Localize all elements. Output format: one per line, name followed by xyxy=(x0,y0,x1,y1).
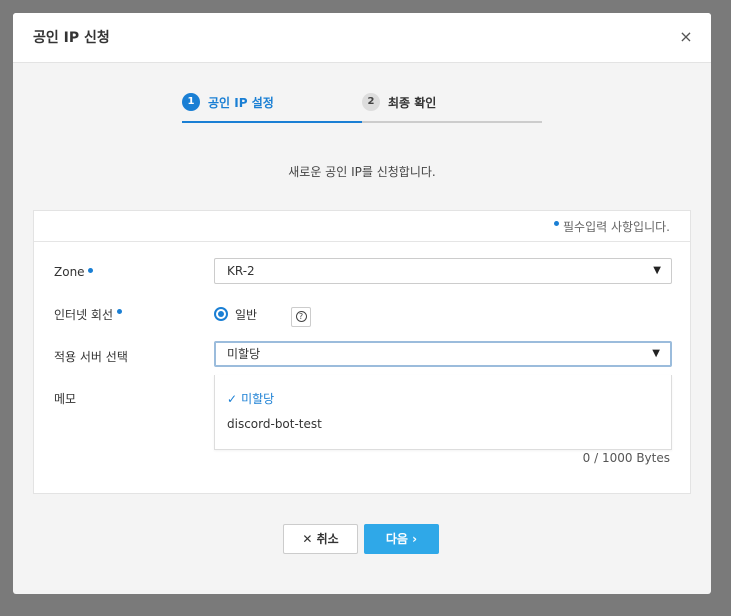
modal-title: 공인 IP 신청 xyxy=(33,30,110,46)
help-button[interactable]: ? xyxy=(291,307,311,327)
zone-label: Zone xyxy=(54,265,94,279)
close-icon[interactable]: × xyxy=(677,28,695,46)
caret-down-icon: ▼ xyxy=(652,348,660,359)
public-ip-request-modal: 공인 IP 신청 × 1 공인 IP 설정 2 최종 확인 새로운 공인 IP를… xyxy=(13,13,711,594)
cancel-label: 취소 xyxy=(316,532,339,546)
internet-line-label: 인터넷 회선 xyxy=(54,306,122,323)
required-note-text: 필수입력 사항입니다. xyxy=(563,220,670,234)
radio-label[interactable]: 일반 xyxy=(235,306,257,323)
step-number: 2 xyxy=(362,93,380,111)
internet-line-radio-general[interactable] xyxy=(214,307,228,321)
intro-text: 새로운 공인 IP를 신청합니다. xyxy=(288,165,436,179)
option-label: 미할당 xyxy=(241,392,275,406)
step-ip-settings: 1 공인 IP 설정 xyxy=(182,93,362,123)
server-select-value: 미할당 xyxy=(227,347,261,361)
step-final-confirm: 2 최종 확인 xyxy=(362,93,542,123)
internet-line-label-text: 인터넷 회선 xyxy=(54,308,114,322)
dropdown-option[interactable]: ✓ 미할당 xyxy=(227,390,274,407)
server-dropdown-list: ✓ 미할당 discord-bot-test xyxy=(214,375,672,450)
stepper: 1 공인 IP 설정 2 최종 확인 xyxy=(182,93,542,123)
required-dot-icon xyxy=(88,268,94,273)
required-note: 필수입력 사항입니다. xyxy=(554,218,670,235)
next-button[interactable]: 다음 › xyxy=(364,524,439,554)
check-icon: ✓ xyxy=(227,392,238,406)
server-select[interactable]: 미할당 ▼ xyxy=(214,341,672,367)
zone-label-text: Zone xyxy=(54,265,85,279)
divider xyxy=(34,241,690,242)
step-number: 1 xyxy=(182,93,200,111)
server-select-label: 적용 서버 선택 xyxy=(54,350,128,364)
required-dot-icon xyxy=(554,221,560,226)
step-label: 최종 확인 xyxy=(388,96,437,110)
caret-down-icon: ▼ xyxy=(653,265,661,276)
zone-select[interactable]: KR-2 ▼ xyxy=(214,258,672,284)
zone-select-value: KR-2 xyxy=(227,264,255,278)
modal-header: 공인 IP 신청 × xyxy=(13,13,711,63)
question-icon: ? xyxy=(295,311,307,322)
required-dot-icon xyxy=(116,309,122,314)
memo-label: 메모 xyxy=(54,392,77,406)
next-label: 다음 xyxy=(385,532,408,546)
dropdown-option[interactable]: discord-bot-test xyxy=(227,417,322,431)
cancel-button[interactable]: ✕ 취소 xyxy=(283,524,358,554)
close-icon: ✕ xyxy=(302,532,313,546)
chevron-right-icon: › xyxy=(412,532,418,546)
form-card: 필수입력 사항입니다. Zone KR-2 ▼ 인터넷 회선 일반 ? 적용 서… xyxy=(33,210,691,494)
memo-byte-counter: 0 / 1000 Bytes xyxy=(582,451,670,465)
step-label: 공인 IP 설정 xyxy=(208,96,274,110)
